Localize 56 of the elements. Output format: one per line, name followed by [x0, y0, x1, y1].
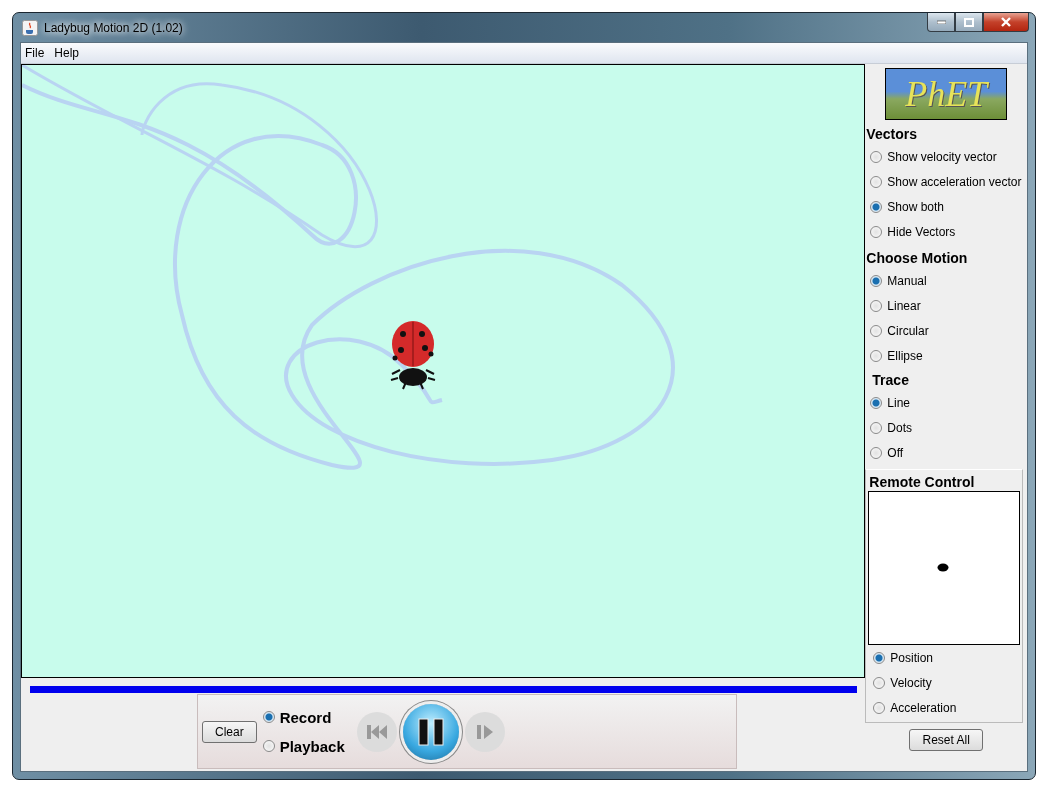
radio-button[interactable]	[262, 711, 275, 723]
clear-button[interactable]: Clear	[202, 720, 257, 743]
maximize-button[interactable]	[955, 13, 983, 32]
radio-label: Show velocity vector	[887, 149, 997, 164]
radio-label: Position	[890, 650, 934, 665]
radio-button[interactable]	[870, 349, 883, 362]
radio-button[interactable]	[262, 740, 275, 752]
minimize-icon	[936, 20, 946, 24]
menu-item[interactable]: Help	[54, 46, 80, 60]
play-pause-button[interactable]	[402, 703, 459, 760]
radio-button[interactable]	[870, 200, 883, 213]
rewind-icon	[365, 723, 388, 740]
radio-label: Record	[279, 708, 332, 726]
radio-button[interactable]	[870, 421, 883, 434]
menu-item[interactable]: File	[25, 46, 45, 60]
group-title: Vectors	[866, 126, 918, 142]
radio-label: Hide Vectors	[887, 224, 956, 239]
radio-label: Show acceleration vector	[887, 174, 1022, 189]
reset-all-button[interactable]: Reset All	[909, 729, 983, 751]
radio-label: Line	[887, 395, 910, 410]
java-cup-icon	[22, 19, 38, 36]
group-title: Choose Motion	[866, 250, 969, 266]
ladybug-marker-icon	[937, 563, 950, 572]
step-button[interactable]	[464, 711, 505, 752]
radio-label: Dots	[887, 420, 912, 435]
radio-button[interactable]	[870, 150, 883, 163]
group-title: Trace	[872, 372, 910, 388]
ladybug-drawing	[388, 320, 438, 392]
close-button[interactable]	[983, 13, 1029, 32]
close-icon	[1001, 17, 1011, 27]
radio-label: Off	[887, 445, 904, 460]
remote-control-area[interactable]	[868, 491, 1021, 645]
pause-icon	[417, 717, 444, 746]
radio-label: Ellipse	[887, 348, 923, 363]
step-icon	[475, 723, 494, 740]
maximize-icon	[964, 17, 974, 27]
radio-label: Circular	[887, 323, 929, 338]
radio-button[interactable]	[870, 324, 883, 337]
window-title: Ladybug Motion 2D (1.02)	[44, 20, 184, 35]
radio-button[interactable]	[870, 446, 883, 459]
panel-title: Remote Control	[868, 473, 976, 491]
radio-button[interactable]	[873, 651, 886, 664]
radio-button[interactable]	[870, 299, 883, 312]
radio-label: Linear	[887, 298, 921, 313]
radio-label: Manual	[887, 273, 927, 288]
radio-button[interactable]	[870, 225, 883, 238]
radio-label: Acceleration	[890, 700, 957, 715]
radio-button[interactable]	[870, 396, 883, 409]
radio-label: Playback	[279, 737, 345, 755]
radio-button[interactable]	[873, 701, 886, 714]
minimize-button[interactable]	[927, 13, 955, 32]
radio-button[interactable]	[870, 274, 883, 287]
radio-button[interactable]	[873, 676, 886, 689]
radio-label: Show both	[887, 199, 945, 214]
radio-button[interactable]	[870, 175, 883, 188]
radio-label: Velocity	[890, 675, 932, 690]
